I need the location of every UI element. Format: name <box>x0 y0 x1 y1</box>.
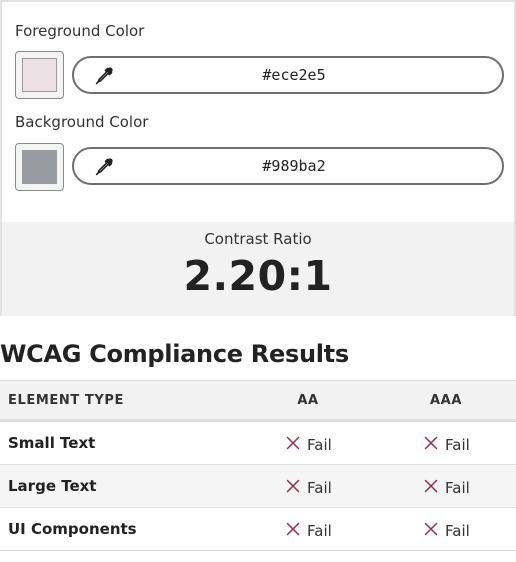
aa-result: Fail <box>307 521 332 540</box>
eyedropper-icon[interactable] <box>94 157 114 177</box>
background-hex-value: #989ba2 <box>262 157 326 175</box>
foreground-label: Foreground Color <box>15 22 145 40</box>
row-label-large-text: Large Text <box>8 477 97 495</box>
row-label-small-text: Small Text <box>8 434 96 452</box>
table-header-row: ELEMENT TYPE AA AAA <box>0 380 516 422</box>
aaa-result: Fail <box>445 521 470 540</box>
contrast-ratio-label: Contrast Ratio <box>204 230 312 248</box>
results-table: ELEMENT TYPE AA AAA Small Text Fail Fail… <box>0 380 516 551</box>
contrast-ratio-panel: Contrast Ratio 2.20:1 <box>2 222 514 316</box>
background-swatch[interactable] <box>15 143 64 191</box>
x-icon <box>424 521 438 535</box>
aaa-result: Fail <box>445 478 470 497</box>
results-title: WCAG Compliance Results <box>0 340 349 368</box>
table-row: UI Components Fail Fail <box>0 508 516 551</box>
column-header-aaa: AAA <box>430 392 462 408</box>
foreground-swatch-fill <box>22 58 57 92</box>
background-swatch-fill <box>22 150 57 184</box>
color-picker-card: Foreground Color #ece2e5 Background Colo… <box>0 0 516 316</box>
eyedropper-icon[interactable] <box>94 66 114 86</box>
aa-result: Fail <box>307 478 332 497</box>
x-icon <box>424 435 438 449</box>
contrast-ratio-value: 2.20:1 <box>183 252 333 300</box>
aa-result: Fail <box>307 435 332 454</box>
background-hex-input[interactable]: #989ba2 <box>72 147 504 185</box>
table-row: Large Text Fail Fail <box>0 465 516 508</box>
aaa-result: Fail <box>445 435 470 454</box>
table-row: Small Text Fail Fail <box>0 422 516 465</box>
column-header-aa: AA <box>297 392 319 408</box>
foreground-swatch[interactable] <box>15 51 64 99</box>
x-icon <box>286 521 300 535</box>
foreground-hex-input[interactable]: #ece2e5 <box>72 56 504 94</box>
x-icon <box>424 478 438 492</box>
column-header-element-type: ELEMENT TYPE <box>8 392 125 408</box>
foreground-hex-value: #ece2e5 <box>262 66 326 84</box>
row-label-ui-components: UI Components <box>8 520 137 538</box>
background-label: Background Color <box>15 113 149 131</box>
x-icon <box>286 478 300 492</box>
x-icon <box>286 435 300 449</box>
